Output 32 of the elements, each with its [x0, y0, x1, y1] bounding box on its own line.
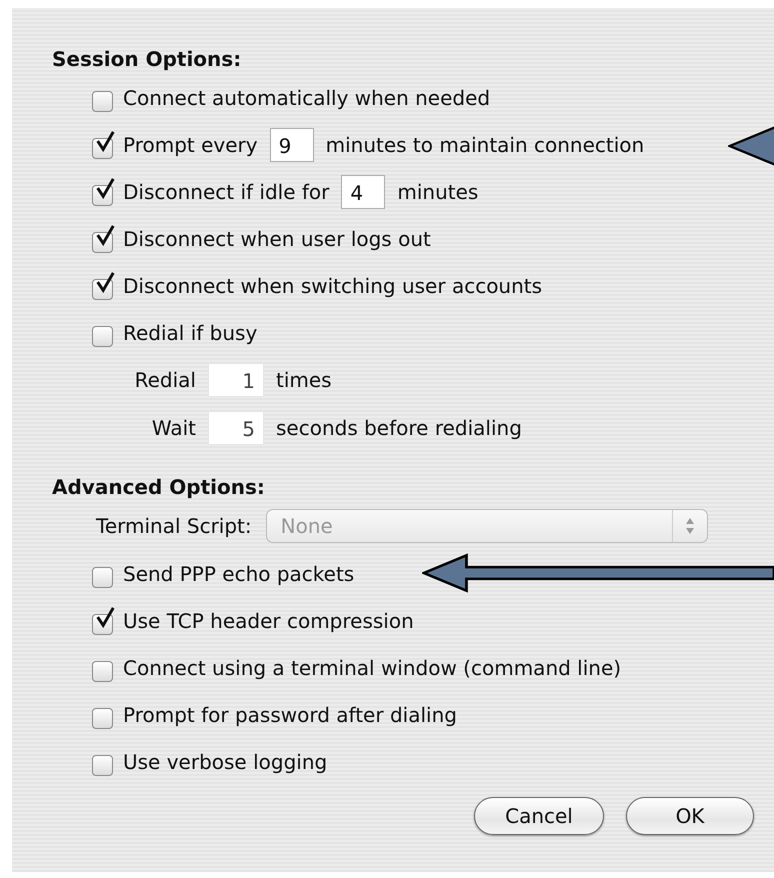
checkbox-label: Use verbose logging — [123, 750, 328, 774]
checkbox-label: Disconnect when switching user accounts — [123, 274, 542, 298]
checkbox[interactable] — [92, 606, 117, 634]
field-label: minutes — [397, 180, 478, 204]
field-label: Wait — [150, 416, 196, 440]
number-field[interactable]: 5 — [208, 411, 264, 445]
checkbox[interactable] — [92, 224, 117, 252]
checkbox-label: Prompt for password after dialing — [123, 702, 457, 726]
dialog-button[interactable]: Cancel — [474, 797, 604, 835]
section-heading: Session Options: — [52, 46, 242, 73]
popup-label: Terminal Script: — [96, 514, 252, 538]
field-label: Redial — [134, 368, 196, 392]
checkbox-label: Send PPP echo packets — [123, 562, 354, 586]
checkbox-label: Connect automatically when needed — [123, 86, 490, 110]
checkbox[interactable] — [92, 130, 117, 158]
field-label: times — [276, 368, 332, 392]
stepper-icon — [672, 510, 695, 542]
field-label: minutes to maintain connection — [326, 132, 644, 156]
checkbox-label: Disconnect if idle for — [123, 180, 330, 204]
checkbox-label: Disconnect when user logs out — [123, 226, 431, 250]
number-field[interactable]: 4 — [341, 174, 386, 208]
number-field[interactable]: 9 — [270, 128, 314, 162]
dialog-button[interactable]: OK — [626, 797, 754, 835]
checkbox-label: Redial if busy — [123, 320, 258, 344]
checkbox-label: Use TCP header compression — [123, 608, 414, 632]
checkbox-label: Connect using a terminal window (command line) — [123, 656, 622, 680]
field-label: seconds before redialing — [276, 416, 522, 440]
checkbox[interactable] — [92, 178, 117, 206]
checkbox-label: Prompt every — [123, 132, 258, 156]
section-heading: Advanced Options: — [52, 474, 266, 501]
checkbox[interactable] — [92, 272, 117, 300]
number-field[interactable]: 1 — [208, 363, 264, 397]
